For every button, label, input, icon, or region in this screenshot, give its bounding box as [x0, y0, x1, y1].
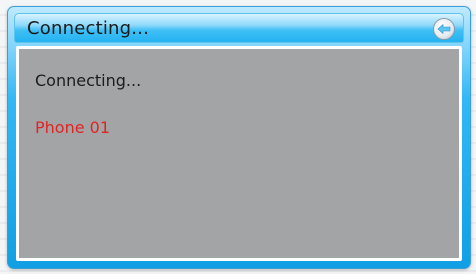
back-arrow-icon [437, 23, 451, 35]
status-text: Connecting... [35, 71, 142, 90]
device-name: Phone 01 [35, 118, 111, 137]
content-panel: Connecting... Phone 01 [16, 46, 462, 261]
title-bar: Connecting... [14, 13, 464, 43]
connecting-dialog: Connecting... Connecting... Phone 01 [7, 6, 471, 269]
dialog-title: Connecting... [27, 18, 150, 39]
back-button[interactable] [433, 18, 455, 40]
